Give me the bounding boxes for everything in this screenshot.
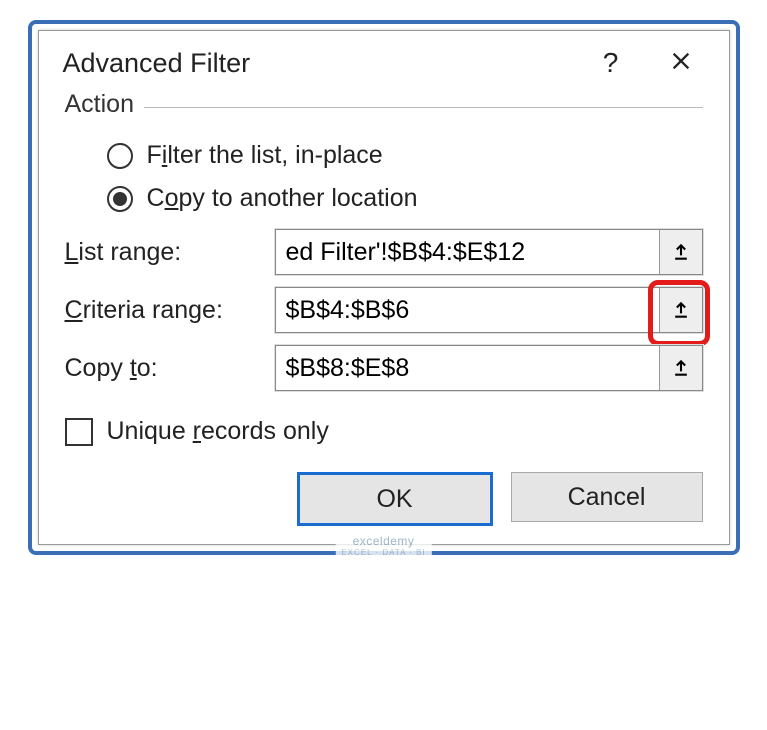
radio-label: Filter the list, in-place [147, 141, 383, 170]
radio-icon [107, 143, 133, 169]
collapse-dialog-icon [671, 242, 691, 262]
titlebar: Advanced Filter ? [39, 31, 729, 87]
copy-to-input[interactable] [276, 346, 659, 390]
list-range-picker-button[interactable] [659, 230, 702, 274]
advanced-filter-dialog: Advanced Filter ? Action Filter the list… [38, 30, 730, 545]
checkbox-icon [65, 418, 93, 446]
action-legend: Action [65, 90, 144, 119]
checkbox-label: Unique records only [107, 417, 329, 446]
radio-label: Copy to another location [147, 184, 418, 213]
watermark: exceldemy EXCEL · DATA · BI [335, 534, 431, 557]
radio-icon [107, 186, 133, 212]
close-button[interactable] [651, 45, 711, 81]
list-range-label: List range: [65, 238, 275, 267]
radio-copy-to-location[interactable]: Copy to another location [107, 184, 703, 213]
list-range-input[interactable] [276, 230, 659, 274]
unique-records-checkbox[interactable]: Unique records only [65, 417, 703, 446]
copy-to-label: Copy to: [65, 354, 275, 383]
criteria-range-picker-button[interactable] [659, 288, 702, 332]
radio-filter-in-place[interactable]: Filter the list, in-place [107, 141, 703, 170]
criteria-range-row: Criteria range: [65, 287, 703, 333]
dialog-buttons: OK Cancel [65, 472, 703, 526]
ok-button[interactable]: OK [297, 472, 493, 526]
copy-to-row: Copy to: [65, 345, 703, 391]
collapse-dialog-icon [671, 358, 691, 378]
close-icon [670, 50, 692, 72]
action-group: Action Filter the list, in-place Copy to… [65, 107, 703, 213]
list-range-row: List range: [65, 229, 703, 275]
collapse-dialog-icon [671, 300, 691, 320]
dialog-title: Advanced Filter [63, 48, 571, 79]
copy-to-picker-button[interactable] [659, 346, 702, 390]
cancel-button[interactable]: Cancel [511, 472, 703, 522]
criteria-range-input[interactable] [276, 288, 659, 332]
criteria-range-label: Criteria range: [65, 296, 275, 325]
help-button[interactable]: ? [581, 45, 641, 81]
